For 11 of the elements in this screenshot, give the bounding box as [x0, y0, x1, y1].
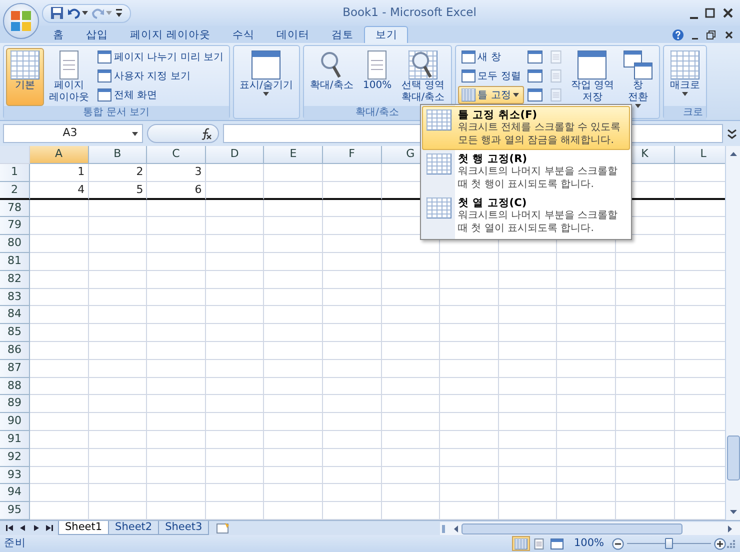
menu-item-description: 워크시트의 나머지 부분을 스크롤할 때 첫 열이 표시되도록 합니다. — [458, 210, 619, 235]
menu-item-title: 첫 행 고정(R) — [458, 153, 528, 166]
menu-item-title: 첫 열 고정(C) — [458, 197, 528, 210]
group-label: 통합 문서 보기 — [4, 106, 229, 120]
zoom-level: 100% — [574, 536, 604, 551]
menu-item-description: 워크시트의 나머지 부분을 스크롤할 때 첫 행이 표시되도록 합니다. — [458, 166, 619, 191]
window-title: Book1 - Microsoft Excel — [342, 4, 478, 22]
menu-item-title: 틀 고정 취소(F) — [458, 109, 538, 122]
group-label: 크로 — [664, 106, 706, 120]
status-text: 준비 — [4, 536, 26, 551]
menu-item-description: 워크시트 전체를 스크롤할 수 있도록 모든 행과 열의 잠금을 해제합니다. — [458, 122, 622, 147]
